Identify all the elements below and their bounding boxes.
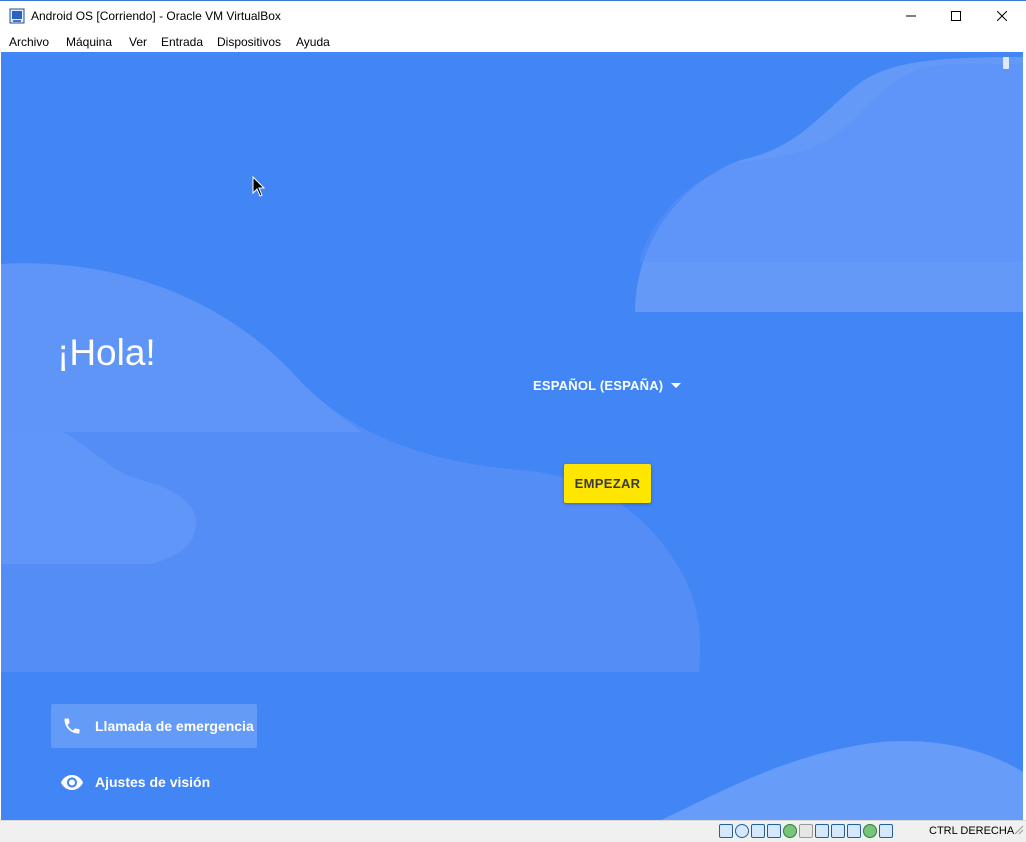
eye-icon xyxy=(60,773,84,796)
status-bar: CTRL DERECHA xyxy=(0,820,1026,842)
audio-icon[interactable] xyxy=(751,824,765,838)
language-label: ESPAÑOL (ESPAÑA) xyxy=(533,378,664,393)
vision-settings-button[interactable]: Ajustes de visión xyxy=(51,764,251,800)
menu-ver[interactable]: Ver xyxy=(129,35,147,49)
caret-down-icon xyxy=(671,383,682,388)
minimize-icon xyxy=(906,11,916,21)
optical-drive-icon[interactable] xyxy=(735,824,749,838)
menu-entrada[interactable]: Entrada xyxy=(161,35,203,49)
maximize-icon xyxy=(951,11,961,21)
host-key-label: CTRL DERECHA xyxy=(929,825,1015,837)
maximize-button[interactable] xyxy=(933,1,979,31)
video-capture-icon[interactable] xyxy=(831,824,845,838)
menu-bar: Archivo Máquina Ver Entrada Dispositivos… xyxy=(0,31,1026,52)
menu-archivo[interactable]: Archivo xyxy=(9,35,49,49)
hard-disk-icon[interactable] xyxy=(719,824,733,838)
phone-icon xyxy=(62,716,82,741)
status-indicator-icon xyxy=(1003,56,1009,74)
resize-grip-icon[interactable] xyxy=(1014,822,1024,840)
network-icon[interactable] xyxy=(767,824,781,838)
usb-icon[interactable] xyxy=(783,824,797,838)
arrow-down-icon[interactable] xyxy=(879,824,893,838)
start-button[interactable]: EMPEZAR xyxy=(564,464,651,503)
close-icon xyxy=(997,11,1007,21)
greeting-title: ¡Hola! xyxy=(57,332,156,373)
shared-folders-icon[interactable] xyxy=(799,824,813,838)
cpu-icon[interactable] xyxy=(847,824,861,838)
mouse-cursor-icon xyxy=(252,175,266,203)
mouse-integration-icon[interactable] xyxy=(863,824,877,838)
virtualbox-icon xyxy=(9,8,25,24)
window-title: Android OS [Corriendo] - Oracle VM Virtu… xyxy=(31,9,281,23)
menu-ayuda[interactable]: Ayuda xyxy=(296,35,330,49)
language-selector[interactable]: ESPAÑOL (ESPAÑA) xyxy=(533,378,682,393)
display-icon[interactable] xyxy=(815,824,829,838)
emergency-call-label: Llamada de emergencia xyxy=(95,718,254,734)
emergency-call-button[interactable]: Llamada de emergencia xyxy=(51,704,257,748)
title-bar[interactable]: Android OS [Corriendo] - Oracle VM Virtu… xyxy=(0,0,1026,31)
close-button[interactable] xyxy=(979,1,1025,31)
vision-settings-label: Ajustes de visión xyxy=(95,774,211,790)
minimize-button[interactable] xyxy=(888,1,934,31)
menu-dispositivos[interactable]: Dispositivos xyxy=(217,35,281,49)
guest-screen[interactable]: ¡Hola! ESPAÑOL (ESPAÑA) EMPEZAR Llamada … xyxy=(1,52,1023,820)
menu-maquina[interactable]: Máquina xyxy=(66,35,112,49)
